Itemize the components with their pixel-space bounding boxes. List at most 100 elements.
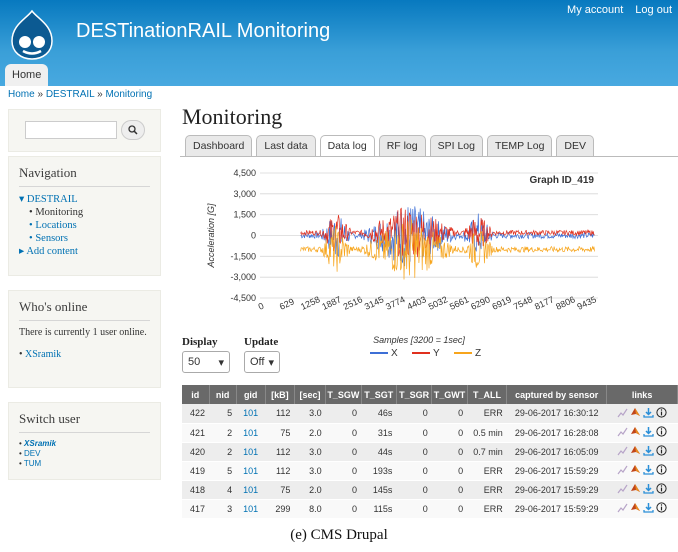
- y-tick-label: -4,500: [230, 293, 256, 303]
- table-cell[interactable]: 101: [236, 404, 266, 424]
- table-row: 421 2 101 75 2.0 0 31s 0 0 0.5 min 29-06-2017 16:2…: [182, 423, 678, 443]
- chart-icon[interactable]: [617, 465, 628, 475]
- y-tick-label: -1,500: [230, 251, 256, 261]
- tab-data-log[interactable]: Data log: [319, 135, 375, 156]
- whos-online-title: Who's online: [19, 299, 150, 321]
- my-account-link[interactable]: My account: [567, 4, 623, 16]
- col-t-sgt[interactable]: T_SGT: [361, 385, 397, 404]
- col-nid[interactable]: nid: [209, 385, 237, 404]
- col-t-sgw[interactable]: T_SGW: [325, 385, 362, 404]
- col-sec[interactable]: [sec]: [294, 385, 327, 404]
- download-icon[interactable]: [643, 464, 654, 475]
- links-cell: [606, 499, 678, 519]
- chart-icon[interactable]: [617, 427, 628, 437]
- download-icon[interactable]: [643, 445, 654, 456]
- x-tick-label: 5661: [448, 294, 470, 312]
- download-icon[interactable]: [643, 407, 654, 418]
- matlab-icon[interactable]: [630, 426, 641, 437]
- info-icon[interactable]: [656, 445, 667, 456]
- matlab-icon[interactable]: [630, 483, 641, 494]
- x-tick-label: 8177: [533, 294, 555, 312]
- matlab-icon[interactable]: [630, 502, 641, 513]
- update-label: Update: [244, 336, 279, 348]
- tab-dev[interactable]: DEV: [556, 135, 595, 156]
- chart-icon[interactable]: [617, 446, 628, 456]
- table-cell[interactable]: 101: [236, 499, 266, 519]
- chart-icon[interactable]: [617, 503, 628, 513]
- x-tick-label: 9435: [576, 294, 598, 312]
- site-name[interactable]: DESTinationRAIL Monitoring: [76, 20, 330, 43]
- switch-user-item[interactable]: • TUM: [19, 459, 150, 469]
- table-cell: 3.0: [294, 461, 326, 481]
- table-cell: 0: [325, 461, 362, 481]
- x-axis-label: Samples [3200 = 1sec]: [373, 335, 465, 345]
- matlab-icon[interactable]: [630, 464, 641, 475]
- table-cell: 193s: [361, 461, 397, 481]
- info-icon[interactable]: [656, 483, 667, 494]
- search-input[interactable]: [25, 121, 117, 139]
- col-kb[interactable]: [kB]: [265, 385, 295, 404]
- breadcrumb-destrail[interactable]: DESTRAIL: [46, 89, 95, 100]
- tab-spi-log[interactable]: SPI Log: [429, 135, 483, 156]
- chart-icon[interactable]: [617, 408, 628, 418]
- display-select[interactable]: 50 ▾: [182, 351, 230, 373]
- online-user-link[interactable]: • XSramik: [19, 349, 150, 360]
- download-icon[interactable]: [643, 502, 654, 513]
- table-cell: ERR: [467, 461, 507, 481]
- table-cell: 112: [265, 442, 295, 462]
- nav-item-add-content[interactable]: ▸ Add content: [19, 245, 150, 258]
- tab-rf-log[interactable]: RF log: [378, 135, 426, 156]
- download-icon[interactable]: [643, 483, 654, 494]
- table-cell: 0: [396, 499, 432, 519]
- tab-last-data[interactable]: Last data: [256, 135, 316, 156]
- nav-item-locations[interactable]: • Locations: [19, 219, 150, 232]
- tabs-divider: [180, 156, 678, 157]
- nav-item-monitoring[interactable]: • Monitoring: [19, 206, 150, 219]
- search-button[interactable]: [121, 120, 145, 140]
- info-icon[interactable]: [656, 426, 667, 437]
- breadcrumb-separator: »: [37, 89, 44, 100]
- info-icon[interactable]: [656, 502, 667, 513]
- links-cell: [606, 423, 678, 443]
- tab-dashboard[interactable]: Dashboard: [185, 135, 253, 156]
- col-id[interactable]: id: [182, 385, 210, 404]
- table-row: 418 4 101 75 2.0 0 145s 0 0 ERR 29-06-2017 15:59:2…: [182, 480, 678, 500]
- table-cell[interactable]: 101: [236, 461, 266, 481]
- table-cell: 2.0: [294, 480, 326, 500]
- switch-user-item[interactable]: • XSramik: [19, 439, 150, 449]
- table-cell: 420: [182, 442, 210, 462]
- table-cell[interactable]: 101: [236, 480, 266, 500]
- table-cell: 421: [182, 423, 210, 443]
- col-captured[interactable]: captured by sensor: [506, 385, 608, 404]
- breadcrumb-monitoring[interactable]: Monitoring: [105, 89, 152, 100]
- nav-item-sensors[interactable]: • Sensors: [19, 232, 150, 245]
- col-links: links: [606, 385, 678, 404]
- chart-icon[interactable]: [617, 484, 628, 494]
- col-t-gwt[interactable]: T_GWT: [431, 385, 468, 404]
- links-cell: [606, 404, 678, 424]
- col-t-sgr[interactable]: T_SGR: [396, 385, 433, 404]
- matlab-icon[interactable]: [630, 445, 641, 456]
- update-select[interactable]: Off ▾: [244, 351, 280, 373]
- table-cell: 0: [325, 423, 362, 443]
- log-out-link[interactable]: Log out: [635, 4, 672, 16]
- breadcrumb-home[interactable]: Home: [8, 89, 35, 100]
- table-cell: ERR: [467, 499, 507, 519]
- table-cell: 145s: [361, 480, 397, 500]
- table-cell: 112: [265, 461, 295, 481]
- table-cell[interactable]: 101: [236, 442, 266, 462]
- col-gid[interactable]: gid: [236, 385, 266, 404]
- info-icon[interactable]: [656, 464, 667, 475]
- matlab-icon[interactable]: [630, 407, 641, 418]
- switch-user-item[interactable]: • DEV: [19, 449, 150, 459]
- drupal-logo-icon[interactable]: [8, 9, 56, 61]
- table-cell[interactable]: 101: [236, 423, 266, 443]
- home-tab[interactable]: Home: [5, 64, 49, 86]
- nav-item-destrail[interactable]: ▾ DESTRAIL: [19, 193, 150, 206]
- download-icon[interactable]: [643, 426, 654, 437]
- table-row: 419 5 101 112 3.0 0 193s 0 0 ERR 29-06-2017 15:59:…: [182, 461, 678, 481]
- tab-temp-log[interactable]: TEMP Log: [487, 135, 553, 156]
- info-icon[interactable]: [656, 407, 667, 418]
- col-t-all[interactable]: T_ALL: [467, 385, 508, 404]
- y-axis-label: Acceleration [G]: [206, 203, 216, 269]
